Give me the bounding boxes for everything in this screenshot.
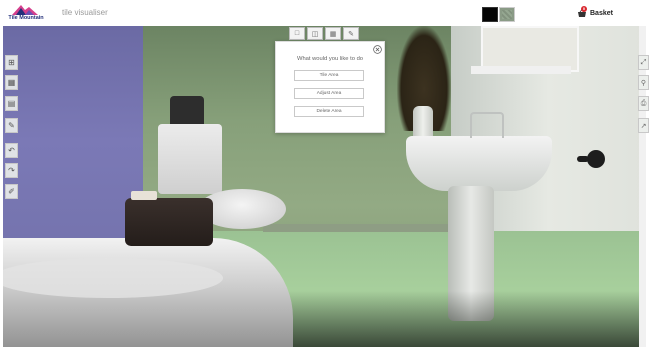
sink [406, 136, 552, 191]
redo-icon[interactable]: ↷ [5, 163, 18, 178]
basket-label: Basket [590, 10, 613, 17]
toilet-tank [158, 124, 222, 194]
door-knob [577, 150, 605, 168]
decor-basket [170, 96, 204, 126]
brush-tab-icon[interactable]: ✎ [343, 27, 359, 40]
baseboard [263, 224, 463, 232]
share-icon[interactable]: ↗ [638, 118, 649, 133]
logo[interactable]: Tile Mountain [6, 3, 44, 23]
square-icon[interactable]: □ [289, 27, 305, 40]
faucet [470, 112, 504, 138]
bathtub-rim [3, 258, 223, 298]
pattern-icon[interactable]: ▤ [5, 96, 18, 111]
action-dialog: What would you like to do Tile Area Adju… [275, 41, 385, 133]
close-icon[interactable] [373, 45, 382, 54]
basket-button[interactable]: 0 Basket [577, 6, 613, 18]
dialog-tabs: □ ◫ ▦ ✎ [289, 27, 359, 40]
tiles-icon[interactable]: ▦ [5, 75, 18, 90]
grid-tab-icon[interactable]: ▦ [325, 27, 341, 40]
grid-icon[interactable]: ⊞ [5, 55, 18, 70]
swatch-black[interactable] [482, 7, 498, 22]
zoom-icon[interactable]: ⚲ [638, 75, 649, 90]
expand-icon[interactable]: ⤢ [638, 55, 649, 70]
print-icon[interactable]: ⎙ [638, 96, 649, 111]
basket-count-badge: 0 [581, 6, 587, 12]
app-title: tile visualiser [62, 8, 108, 17]
pen-icon[interactable]: ✎ [5, 118, 18, 133]
tile-area-button[interactable]: Tile Area [294, 70, 364, 81]
floor-icon[interactable]: ◫ [307, 27, 323, 40]
basket-icon: 0 [577, 6, 587, 18]
logo-text: Tile Mountain [8, 15, 44, 21]
wall-purple-panel [3, 26, 143, 256]
top-bar: Tile Mountain tile visualiser 0 Basket [0, 0, 649, 26]
shelf [471, 66, 571, 74]
swatch-tile[interactable] [499, 7, 515, 22]
adjust-area-button[interactable]: Adjust Area [294, 88, 364, 99]
undo-icon[interactable]: ↶ [5, 143, 18, 158]
brush-icon[interactable]: ✐ [5, 184, 18, 199]
dialog-title: What would you like to do [296, 56, 364, 62]
mountain-logo-icon [12, 5, 38, 15]
delete-area-button[interactable]: Delete Area [294, 106, 364, 117]
towels [125, 191, 213, 246]
